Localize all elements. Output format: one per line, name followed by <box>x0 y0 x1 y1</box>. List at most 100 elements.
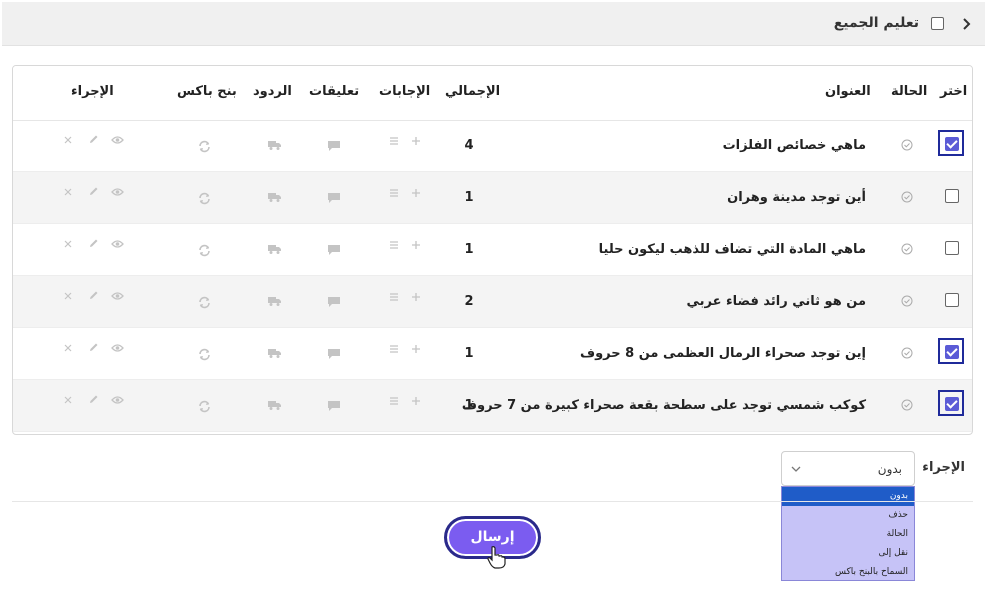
view-eye-icon[interactable] <box>111 343 124 353</box>
row-title[interactable]: ماهي خصائص الفلزات <box>723 138 866 153</box>
status-check-icon[interactable] <box>901 191 913 203</box>
list-answers-icon[interactable] <box>389 396 399 406</box>
view-eye-icon[interactable] <box>111 187 124 197</box>
sync-icon[interactable] <box>198 400 211 413</box>
row-total: 4 <box>464 138 474 153</box>
chevron-right-icon[interactable] <box>957 14 977 34</box>
edit-pencil-icon[interactable] <box>88 290 99 301</box>
row-title[interactable]: كوكب شمسي توجد على سطحة بقعة صحراء كبيرة… <box>462 398 866 413</box>
action-select-value: بدون <box>877 462 902 476</box>
column-answers: الإجابات <box>379 84 431 99</box>
table-header: اختر الحالة العنوان الإجمالي الإجابات تع… <box>13 66 972 121</box>
row-title[interactable]: من هو ثاني رائد فضاء عربي <box>686 294 866 309</box>
hand-cursor-icon <box>487 546 506 569</box>
chevron-down-icon <box>791 466 801 472</box>
view-eye-icon[interactable] <box>111 395 124 405</box>
list-answers-icon[interactable] <box>389 136 399 146</box>
column-action: الإجراء <box>71 84 114 99</box>
dropdown-option-none[interactable]: بدون <box>782 487 914 506</box>
add-answer-icon[interactable] <box>411 240 421 250</box>
column-bank: بنح باكس <box>177 84 237 99</box>
dropdown-option-allow-bank[interactable]: السماح بالبنح باكس <box>782 563 914 582</box>
delete-x-icon[interactable] <box>64 136 72 144</box>
action-label: الإجراء <box>922 460 965 475</box>
edit-pencil-icon[interactable] <box>88 342 99 353</box>
row-checkbox[interactable] <box>945 293 959 307</box>
delete-x-icon[interactable] <box>64 240 72 248</box>
view-eye-icon[interactable] <box>111 135 124 145</box>
view-eye-icon[interactable] <box>111 291 124 301</box>
sync-icon[interactable] <box>198 244 211 257</box>
dropdown-option-delete[interactable]: حذف <box>782 506 914 525</box>
comment-icon[interactable] <box>327 140 341 152</box>
view-eye-icon[interactable] <box>111 239 124 249</box>
column-status: الحالة <box>891 84 928 99</box>
row-checkbox[interactable] <box>945 137 959 151</box>
sync-icon[interactable] <box>198 140 211 153</box>
list-answers-icon[interactable] <box>389 188 399 198</box>
table-row: ماهي المادة التي تضاف للذهب ليكون حليا 1 <box>13 224 972 276</box>
edit-pencil-icon[interactable] <box>88 134 99 145</box>
replies-truck-icon[interactable] <box>267 192 282 203</box>
edit-pencil-icon[interactable] <box>88 394 99 405</box>
row-title[interactable]: أين توجد مدينة وهران <box>727 190 866 205</box>
replies-truck-icon[interactable] <box>267 348 282 359</box>
sync-icon[interactable] <box>198 192 211 205</box>
row-checkbox[interactable] <box>945 241 959 255</box>
questions-table: اختر الحالة العنوان الإجمالي الإجابات تع… <box>12 65 973 435</box>
row-total: 1 <box>464 398 474 413</box>
comment-icon[interactable] <box>327 348 341 360</box>
comment-icon[interactable] <box>327 192 341 204</box>
status-check-icon[interactable] <box>901 347 913 359</box>
row-total: 1 <box>464 346 474 361</box>
table-row: إين توجد صحراء الرمال العظمى من 8 حروف 1 <box>13 328 972 380</box>
delete-x-icon[interactable] <box>64 396 72 404</box>
status-check-icon[interactable] <box>901 243 913 255</box>
replies-truck-icon[interactable] <box>267 140 282 151</box>
edit-pencil-icon[interactable] <box>88 186 99 197</box>
status-check-icon[interactable] <box>901 139 913 151</box>
delete-x-icon[interactable] <box>64 188 72 196</box>
select-all-checkbox[interactable] <box>931 17 944 30</box>
action-select[interactable]: بدون <box>781 451 915 486</box>
delete-x-icon[interactable] <box>64 344 72 352</box>
add-answer-icon[interactable] <box>411 136 421 146</box>
list-answers-icon[interactable] <box>389 240 399 250</box>
delete-x-icon[interactable] <box>64 292 72 300</box>
status-check-icon[interactable] <box>901 295 913 307</box>
list-answers-icon[interactable] <box>389 344 399 354</box>
list-answers-icon[interactable] <box>389 292 399 302</box>
add-answer-icon[interactable] <box>411 396 421 406</box>
select-all-label: تعليم الجميع <box>833 15 919 31</box>
column-comments: تعليقات <box>309 84 360 99</box>
add-answer-icon[interactable] <box>411 292 421 302</box>
replies-truck-icon[interactable] <box>267 400 282 411</box>
comment-icon[interactable] <box>327 400 341 412</box>
bulk-toolbar: تعليم الجميع <box>2 2 985 46</box>
row-checkbox[interactable] <box>945 345 959 359</box>
row-title[interactable]: إين توجد صحراء الرمال العظمى من 8 حروف <box>580 346 866 361</box>
comment-icon[interactable] <box>327 244 341 256</box>
column-total: الإجمالي <box>445 84 501 99</box>
table-row: ماهي خصائص الفلزات 4 <box>13 120 972 172</box>
comment-icon[interactable] <box>327 296 341 308</box>
edit-pencil-icon[interactable] <box>88 238 99 249</box>
sync-icon[interactable] <box>198 348 211 361</box>
add-answer-icon[interactable] <box>411 344 421 354</box>
add-answer-icon[interactable] <box>411 188 421 198</box>
divider <box>12 501 973 502</box>
column-replies: الردود <box>253 84 292 99</box>
dropdown-option-status[interactable]: الحالة <box>782 525 914 544</box>
row-checkbox[interactable] <box>945 397 959 411</box>
table-row: كوكب شمسي توجد على سطحة بقعة صحراء كبيرة… <box>13 380 972 432</box>
table-row: أين توجد مدينة وهران 1 <box>13 172 972 224</box>
row-total: 1 <box>464 190 474 205</box>
dropdown-option-move[interactable]: نقل إلى <box>782 544 914 563</box>
replies-truck-icon[interactable] <box>267 296 282 307</box>
row-title[interactable]: ماهي المادة التي تضاف للذهب ليكون حليا <box>599 242 866 257</box>
sync-icon[interactable] <box>198 296 211 309</box>
status-check-icon[interactable] <box>901 399 913 411</box>
replies-truck-icon[interactable] <box>267 244 282 255</box>
column-select: اختر <box>940 84 968 99</box>
row-checkbox[interactable] <box>945 189 959 203</box>
